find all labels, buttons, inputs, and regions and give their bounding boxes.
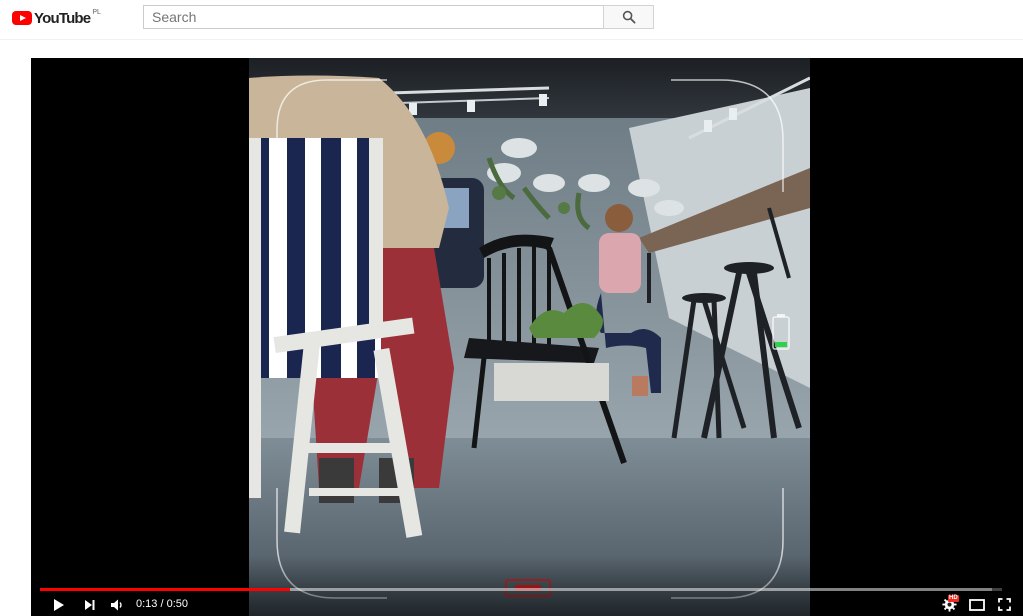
theater-mode-button[interactable] (965, 593, 989, 616)
settings-button[interactable]: HD (938, 593, 960, 616)
progress-played (40, 588, 291, 591)
player-controls: 0:13 / 0:50 HD (31, 593, 1023, 616)
next-icon (85, 599, 95, 610)
hd-badge: HD (948, 595, 959, 602)
time-separator: / (157, 598, 167, 610)
next-button[interactable] (79, 593, 101, 616)
fullscreen-icon (997, 598, 1011, 611)
theater-icon (969, 598, 985, 611)
search-button[interactable] (603, 5, 654, 29)
video-frame[interactable] (249, 58, 810, 616)
video-scene-image (249, 58, 810, 616)
volume-icon (111, 599, 122, 610)
fullscreen-button[interactable] (993, 593, 1015, 616)
logo-text: YouTube (34, 9, 91, 27)
time-display: 0:13 / 0:50 (136, 596, 188, 613)
current-time: 0:13 (136, 598, 158, 610)
youtube-logo-icon (12, 11, 32, 25)
progress-bar[interactable] (40, 588, 1002, 591)
search-input[interactable] (143, 5, 603, 29)
youtube-logo[interactable]: YouTube PL (12, 9, 101, 27)
mute-button[interactable] (106, 593, 128, 616)
video-player[interactable]: 0:13 / 0:50 HD (31, 58, 1023, 616)
duration: 0:50 (166, 598, 189, 610)
play-icon (54, 598, 64, 611)
masthead: YouTube PL (0, 0, 1023, 40)
search-icon (622, 10, 636, 24)
logo-country-code: PL (92, 8, 101, 16)
play-button[interactable] (48, 593, 70, 616)
